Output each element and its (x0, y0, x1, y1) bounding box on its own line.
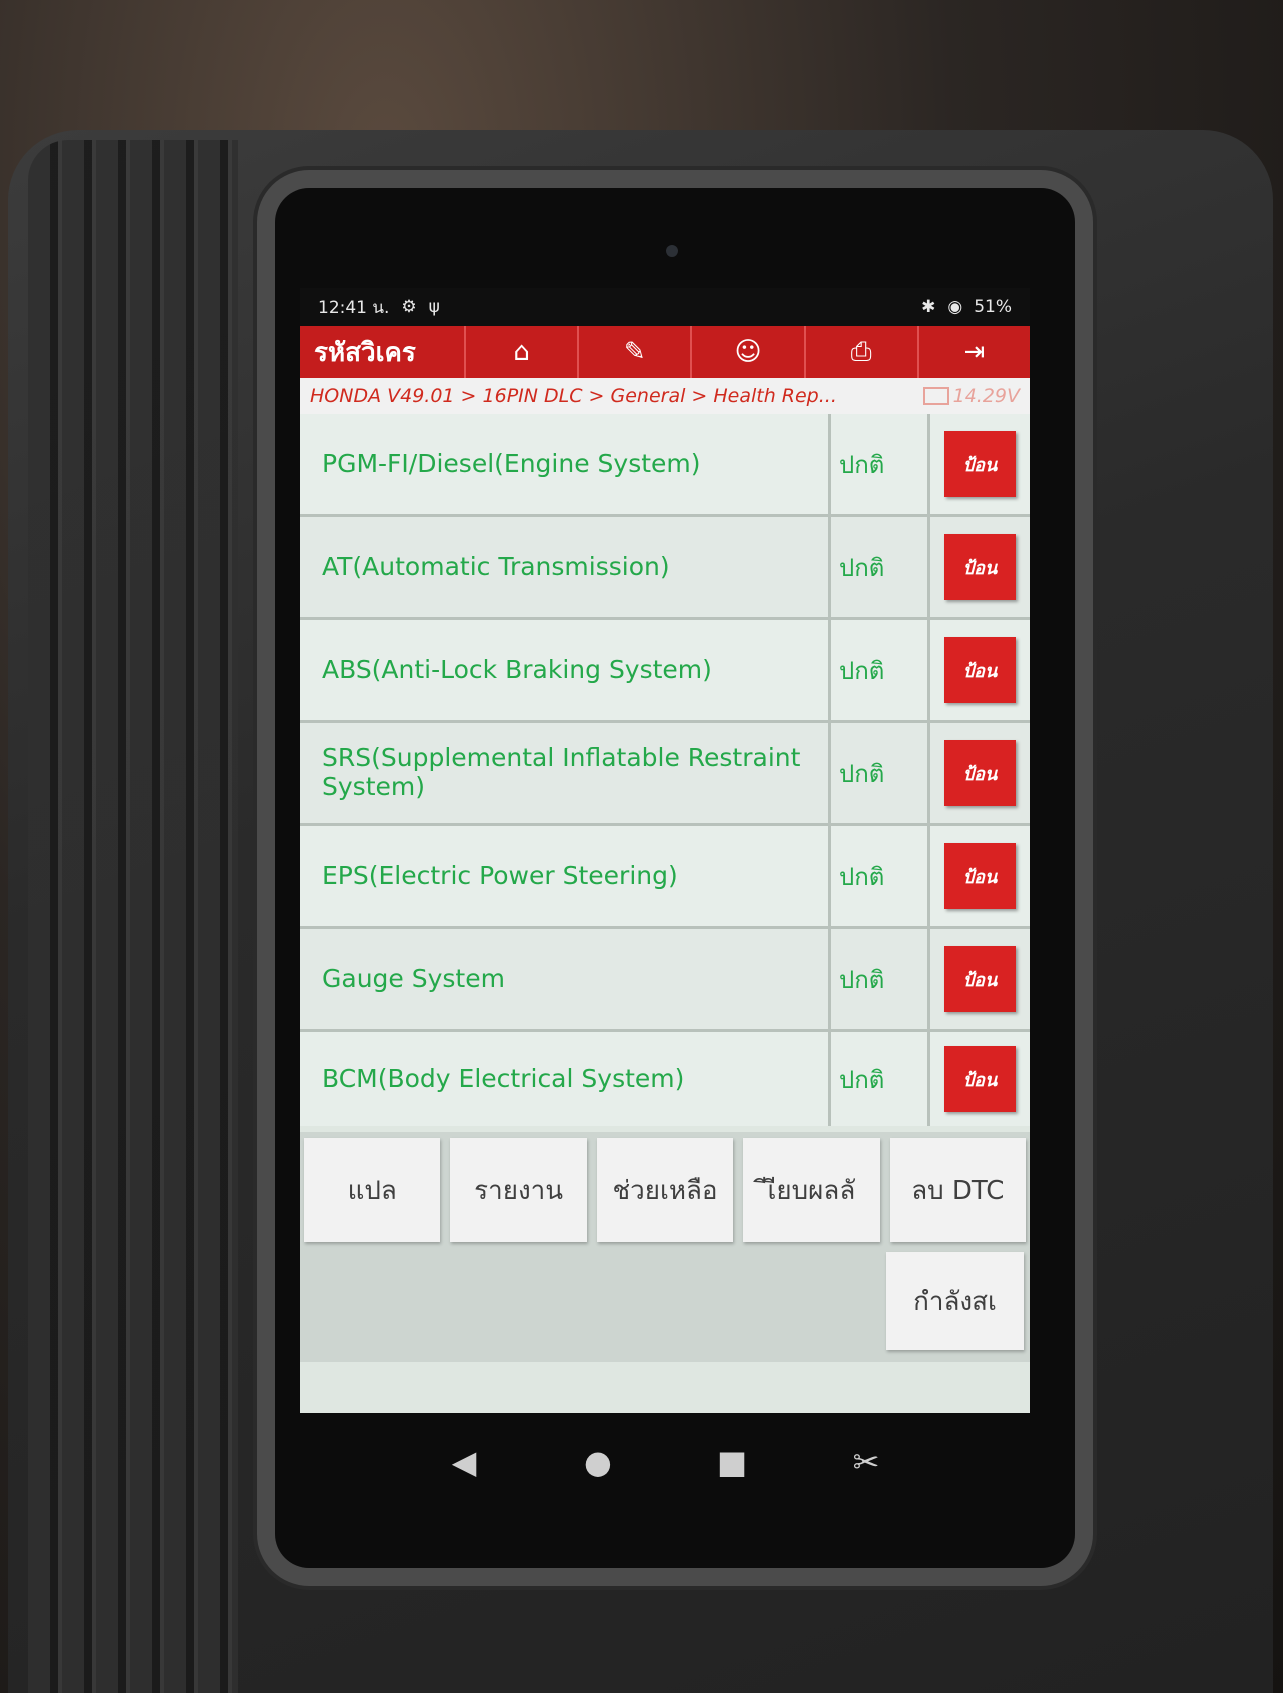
status-bar: 12:41 น. ⚙ ψ ✱ ◉ 51% (300, 288, 1030, 326)
home-icon[interactable]: ⌂ (464, 326, 577, 378)
battery-level: 51% (974, 297, 1012, 317)
home-circle-icon[interactable]: ● (576, 1443, 620, 1481)
toolbar: รหัสวิเคร ⌂ ✎ ☺ ⎙ ⇥ (300, 326, 1030, 378)
enter-button[interactable]: ป้อน (944, 843, 1016, 909)
report-button[interactable]: รายงาน (450, 1138, 587, 1242)
enter-button[interactable]: ป้อน (944, 946, 1016, 1012)
system-name: ABS(Anti-Lock Braking System) (300, 620, 831, 720)
toolbar-title: รหัสวิเคร (314, 337, 416, 368)
car-battery-icon (922, 387, 949, 405)
location-icon: ◉ (947, 297, 963, 317)
translate-button[interactable]: แปล (304, 1138, 441, 1242)
system-row: EPS(Electric Power Steering) ปกติ ป้อน (300, 826, 1030, 929)
screenshot-icon[interactable]: ✂ (844, 1443, 888, 1481)
system-row: Gauge System ปกติ ป้อน (300, 929, 1030, 1032)
system-status: ปกติ (831, 517, 930, 617)
breadcrumb-path: HONDA V49.01 > 16PIN DLC > General > Hea… (310, 385, 837, 407)
clock: 12:41 น. (318, 297, 390, 318)
front-camera (666, 245, 678, 257)
system-row: AT(Automatic Transmission) ปกติ ป้อน (300, 517, 1030, 620)
settings-icon: ⚙ (401, 297, 417, 317)
exit-icon[interactable]: ⇥ (916, 326, 1030, 378)
edit-report-icon[interactable]: ✎ (577, 326, 690, 378)
system-list: PGM-FI/Diesel(Engine System) ปกติ ป้อน A… (300, 414, 1030, 1132)
system-name: PGM-FI/Diesel(Engine System) (300, 414, 831, 514)
print-icon[interactable]: ⎙ (803, 326, 917, 378)
action-bar: แปล รายงาน ช่วยเหลือ ีเียบผลลั ลบ DTC กำ… (300, 1132, 1030, 1362)
system-row: PGM-FI/Diesel(Engine System) ปกติ ป้อน (300, 414, 1030, 517)
saving-button[interactable]: กำลังสเ (886, 1252, 1024, 1350)
enter-button[interactable]: ป้อน (944, 431, 1016, 497)
user-icon[interactable]: ☺ (690, 326, 803, 378)
enter-button[interactable]: ป้อน (944, 1046, 1016, 1112)
system-name: SRS(Supplemental Inflatable Restraint Sy… (300, 723, 831, 823)
system-name: BCM(Body Electrical System) (300, 1032, 831, 1126)
tablet-screen: 12:41 น. ⚙ ψ ✱ ◉ 51% รหัสวิเคร ⌂ ✎ ☺ ⎙ ⇥… (300, 288, 1030, 1413)
system-name: AT(Automatic Transmission) (300, 517, 831, 617)
system-name: EPS(Electric Power Steering) (300, 826, 831, 926)
clear-dtc-button[interactable]: ลบ DTC (889, 1138, 1027, 1242)
voltage-value: 14.29V (952, 385, 1020, 407)
usb-icon: ψ (428, 297, 440, 317)
system-status: ปกติ (831, 414, 930, 514)
system-row: BCM(Body Electrical System) ปกติ ป้อน (300, 1032, 1030, 1126)
back-icon[interactable]: ◀ (442, 1443, 486, 1481)
device-grip (28, 140, 238, 1693)
system-status: ปกติ (831, 723, 930, 823)
bluetooth-icon: ✱ (921, 297, 936, 317)
system-status: ปกติ (831, 929, 930, 1029)
enter-button[interactable]: ป้อน (944, 740, 1016, 806)
system-row: SRS(Supplemental Inflatable Restraint Sy… (300, 723, 1030, 826)
enter-button[interactable]: ป้อน (944, 637, 1016, 703)
breadcrumb: HONDA V49.01 > 16PIN DLC > General > Hea… (300, 378, 1030, 414)
recents-icon[interactable]: ■ (710, 1443, 754, 1481)
android-nav-bar: ◀ ● ■ ✂ (300, 1413, 1030, 1511)
system-name: Gauge System (300, 929, 831, 1029)
enter-button[interactable]: ป้อน (944, 534, 1016, 600)
compare-results-button[interactable]: ีเียบผลลั (743, 1138, 880, 1242)
system-status: ปกติ (831, 826, 930, 926)
help-button[interactable]: ช่วยเหลือ (596, 1138, 734, 1242)
system-status: ปกติ (831, 1032, 930, 1126)
system-row: ABS(Anti-Lock Braking System) ปกติ ป้อน (300, 620, 1030, 723)
system-status: ปกติ (831, 620, 930, 720)
voltage-readout: 14.29V (922, 385, 1020, 407)
